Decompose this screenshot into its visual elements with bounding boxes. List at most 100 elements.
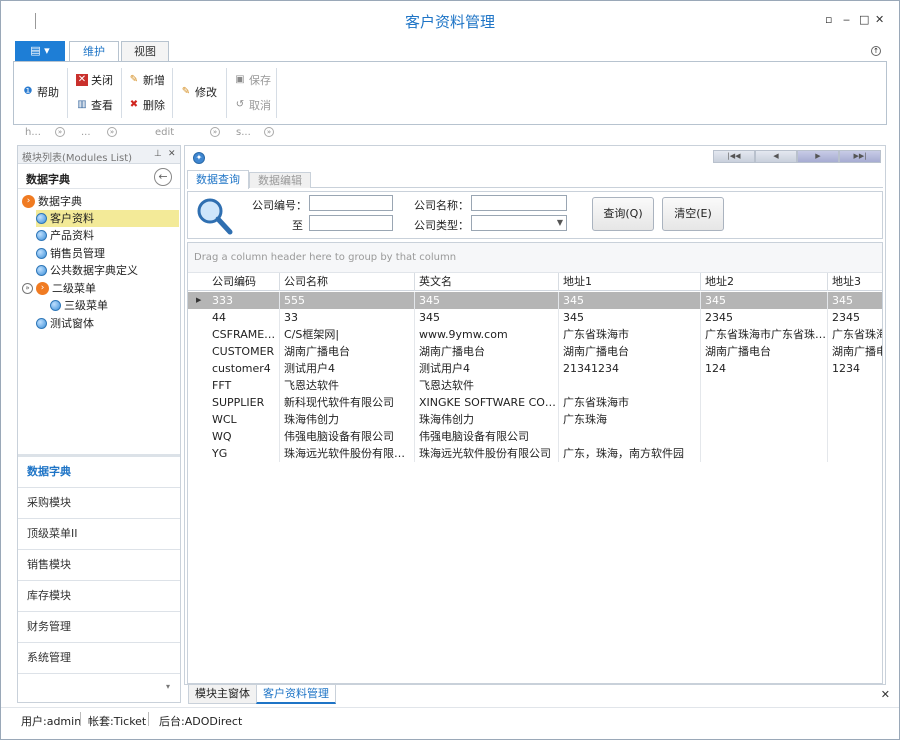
table-cell[interactable] bbox=[701, 428, 828, 445]
table-row[interactable]: customer4 测试用户4 测试用户4 21341234 124 1234 bbox=[188, 360, 882, 377]
company-code-from-input[interactable] bbox=[309, 195, 393, 211]
table-cell[interactable]: 伟强电脑设备有限公司 bbox=[415, 428, 559, 445]
group-expand-icon[interactable]: » bbox=[264, 127, 274, 137]
table-cell[interactable]: www.9ymw.com bbox=[415, 326, 559, 343]
table-cell[interactable] bbox=[828, 411, 882, 428]
table-cell[interactable] bbox=[828, 377, 882, 394]
table-cell[interactable] bbox=[828, 394, 882, 411]
table-cell[interactable]: 广东省珠海 bbox=[828, 326, 882, 343]
nav-purchase[interactable]: 采购模块 bbox=[18, 488, 180, 519]
tab-data-query[interactable]: 数据查询 bbox=[187, 170, 249, 189]
table-row[interactable]: SUPPLIER 新科现代软件有限公司 XINGKE SOFTWARE COMP… 广… bbox=[188, 394, 882, 411]
table-cell[interactable]: 广东省珠海市广东省珠海市 bbox=[701, 326, 828, 343]
delete-button[interactable]: ✖ 删除 bbox=[128, 97, 165, 113]
last-record-button[interactable]: ▶▶| bbox=[839, 150, 881, 163]
ribbon-help-icon[interactable]: ↑ bbox=[871, 46, 881, 56]
company-type-select[interactable]: ▼ bbox=[471, 215, 567, 231]
save-button[interactable]: ▣ 保存 bbox=[234, 72, 271, 88]
new-button[interactable]: ✎ 新增 bbox=[128, 72, 165, 88]
column-header[interactable]: 英文名 bbox=[415, 273, 559, 291]
group-panel-hint[interactable]: Drag a column header here to group by th… bbox=[188, 243, 882, 273]
table-cell[interactable]: 345 bbox=[559, 292, 701, 309]
table-cell[interactable]: 2345 bbox=[701, 309, 828, 326]
table-cell[interactable]: 广东，珠海，南方软件园 bbox=[559, 445, 701, 462]
close-button[interactable]: ✕ 关闭 bbox=[76, 72, 113, 88]
help-button[interactable]: ❶ 帮助 bbox=[22, 84, 59, 100]
table-cell[interactable]: customer4 bbox=[208, 360, 280, 377]
group-expand-icon[interactable]: » bbox=[55, 127, 65, 137]
table-cell[interactable]: 珠海伟创力 bbox=[415, 411, 559, 428]
tab-view[interactable]: 视图 bbox=[121, 41, 169, 62]
company-name-input[interactable] bbox=[471, 195, 567, 211]
maximize-button[interactable]: □ bbox=[859, 13, 869, 26]
table-cell[interactable]: 新科现代软件有限公司 bbox=[280, 394, 415, 411]
table-cell[interactable]: 345 bbox=[415, 309, 559, 326]
table-row[interactable]: CUSTOMER 湖南广播电台 湖南广播电台 湖南广播电台 湖南广播电台 湖南广播电 bbox=[188, 343, 882, 360]
table-cell[interactable]: 珠海远光软件股份有限公司 bbox=[415, 445, 559, 462]
column-header[interactable]: 公司名称 bbox=[280, 273, 415, 291]
table-cell[interactable]: 湖南广播电台 bbox=[280, 343, 415, 360]
table-cell[interactable]: 湖南广播电台 bbox=[559, 343, 701, 360]
table-cell[interactable] bbox=[828, 445, 882, 462]
chevron-down-icon[interactable]: ▾ bbox=[166, 682, 170, 691]
table-cell[interactable]: FFT bbox=[208, 377, 280, 394]
first-record-button[interactable]: |◀◀ bbox=[713, 150, 755, 163]
query-button[interactable]: 查询(Q) bbox=[592, 197, 654, 231]
table-cell[interactable]: 333 bbox=[208, 292, 280, 309]
tab-maintain[interactable]: 维护 bbox=[69, 41, 119, 63]
table-cell[interactable]: 湖南广播电台 bbox=[701, 343, 828, 360]
table-row[interactable]: FFT 飞恩达软件 飞恩达软件 bbox=[188, 377, 882, 394]
table-cell[interactable]: CUSTOMER bbox=[208, 343, 280, 360]
table-cell[interactable]: 湖南广播电台 bbox=[415, 343, 559, 360]
tree-item-product[interactable]: 产品资料 bbox=[36, 227, 94, 244]
tree-item-customer[interactable]: 客户资料 bbox=[36, 210, 179, 227]
table-cell[interactable]: 345 bbox=[415, 292, 559, 309]
table-row[interactable]: ▶ 333 555 345 345 345 345 bbox=[188, 292, 882, 309]
table-cell[interactable]: 345 bbox=[559, 309, 701, 326]
cancel-button[interactable]: ↺ 取消 bbox=[234, 97, 271, 113]
tree-item-submenu[interactable]: » › 二级菜单 bbox=[22, 280, 96, 297]
table-cell[interactable]: 测试用户4 bbox=[415, 360, 559, 377]
nav-overflow[interactable]: ▾ bbox=[18, 673, 180, 702]
table-cell[interactable]: 345 bbox=[828, 292, 882, 309]
pin-icon[interactable]: ⊥ bbox=[154, 149, 162, 159]
table-cell[interactable]: 珠海伟创力 bbox=[280, 411, 415, 428]
nav-data-dictionary[interactable]: 数据字典 bbox=[18, 457, 180, 488]
clear-button[interactable]: 清空(E) bbox=[662, 197, 724, 231]
table-cell[interactable] bbox=[828, 428, 882, 445]
app-menu-button[interactable]: ▤ ▾ bbox=[15, 41, 65, 61]
table-cell[interactable]: 飞恩达软件 bbox=[280, 377, 415, 394]
table-cell[interactable] bbox=[701, 394, 828, 411]
table-row[interactable]: 44 33 345 345 2345 2345 bbox=[188, 309, 882, 326]
table-cell[interactable] bbox=[701, 411, 828, 428]
nav-top-menu-2[interactable]: 顶级菜单II bbox=[18, 519, 180, 550]
tree-item-data-dictionary[interactable]: › 数据字典 bbox=[22, 193, 82, 210]
close-panel-icon[interactable]: ✕ bbox=[168, 149, 176, 159]
table-cell[interactable]: WQ bbox=[208, 428, 280, 445]
minimize-button[interactable]: ‒ bbox=[843, 13, 850, 26]
table-cell[interactable] bbox=[701, 377, 828, 394]
next-record-button[interactable]: ▶ bbox=[797, 150, 839, 163]
close-window-button[interactable]: ✕ bbox=[875, 13, 884, 26]
nav-sales[interactable]: 销售模块 bbox=[18, 550, 180, 581]
table-cell[interactable]: 345 bbox=[701, 292, 828, 309]
table-cell[interactable]: 测试用户4 bbox=[280, 360, 415, 377]
table-cell[interactable]: 伟强电脑设备有限公司 bbox=[280, 428, 415, 445]
table-cell[interactable]: 555 bbox=[280, 292, 415, 309]
table-cell[interactable]: 飞恩达软件 bbox=[415, 377, 559, 394]
edit-button[interactable]: ✎ 修改 bbox=[180, 84, 217, 100]
table-cell[interactable]: 44 bbox=[208, 309, 280, 326]
tree-item-salesman[interactable]: 销售员管理 bbox=[36, 245, 105, 262]
column-header[interactable]: 地址3 bbox=[828, 273, 882, 291]
doc-tab-customer[interactable]: 客户资料管理 bbox=[256, 685, 336, 704]
table-cell[interactable]: 124 bbox=[701, 360, 828, 377]
table-cell[interactable]: C/S框架网| bbox=[280, 326, 415, 343]
group-expand-icon[interactable]: » bbox=[107, 127, 117, 137]
table-cell[interactable]: YG bbox=[208, 445, 280, 462]
group-expand-icon[interactable]: » bbox=[210, 127, 220, 137]
table-cell[interactable]: 广东省珠海市 bbox=[559, 394, 701, 411]
nav-finance[interactable]: 财务管理 bbox=[18, 612, 180, 643]
tree-item-test-form[interactable]: 测试窗体 bbox=[36, 315, 94, 332]
column-header[interactable]: 地址2 bbox=[701, 273, 828, 291]
table-row[interactable]: WQ 伟强电脑设备有限公司 伟强电脑设备有限公司 bbox=[188, 428, 882, 445]
